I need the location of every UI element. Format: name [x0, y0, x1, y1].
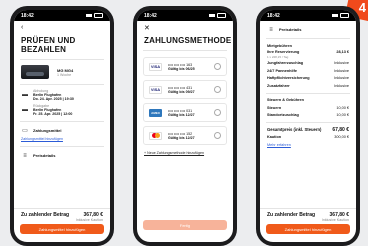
divider [266, 122, 350, 123]
car-icon: ▬ [22, 92, 28, 98]
section-title: Preisdetails [279, 27, 302, 32]
price-details-row[interactable]: ≡ Preisdetails [14, 147, 110, 159]
amex-logo-icon: AMEX [149, 108, 162, 117]
total-label: Zu zahlender Betrag [267, 212, 316, 218]
step-number: 4 [358, 0, 366, 15]
radio-button[interactable] [214, 63, 221, 70]
card-validity: Gültig bis 12/27 [168, 135, 195, 140]
car-icon: ▬ [22, 107, 28, 113]
add-payment-button[interactable]: Zahlungsmittel hinzufügen [266, 224, 350, 234]
group-title: Mietgebühren [267, 43, 292, 48]
notch [168, 10, 202, 17]
status-time: 18:42 [144, 12, 157, 19]
total-note: Inklusive Kaution [75, 218, 103, 222]
visa-logo-icon: VISA [149, 62, 162, 71]
card-validity: Gültig bis 09/27 [168, 89, 195, 94]
car-image [21, 65, 49, 79]
radio-button[interactable] [214, 109, 221, 116]
card-number: •••• •••• •••• 031 [168, 108, 193, 113]
card-option[interactable]: VISA •••• •••• •••• 431 Gültig bis 09/27 [143, 80, 227, 99]
card-number: •••• •••• •••• 431 [168, 85, 193, 90]
deposit-line: Kaution 300,00 € [267, 135, 349, 140]
credit-card-icon: ▭ [22, 128, 28, 134]
status-time: 18:42 [267, 12, 280, 19]
price-line: Steuern 10,00 € [267, 105, 349, 110]
phone-price-details: 18:42 ≡ Preisdetails Mietgebühren Ihre R… [256, 6, 360, 246]
card-validity: Gültig bis 06/25 [168, 66, 195, 71]
done-button[interactable]: Fertig [143, 220, 227, 230]
card-option[interactable]: •••• •••• •••• 152 Gültig bis 12/27 [143, 126, 227, 145]
card-option[interactable]: VISA •••• •••• •••• 163 Gültig bis 06/25 [143, 57, 227, 76]
price-line: Zusatzfahrer Inklusive [267, 83, 349, 88]
phone-review-pay: 18:42 ‹ PRÜFEN UND BEZAHLEN MG MG4 1 Woc… [10, 6, 114, 246]
card-number: •••• •••• •••• 152 [168, 131, 193, 136]
close-icon[interactable]: ✕ [137, 21, 233, 34]
price-line: Jungfahrerzuschlag Inklusive [267, 61, 349, 66]
pickup-date: Do. 24. Apr. 2025 | 19:30 [33, 97, 74, 101]
pickup-block: ▬ Abholung Berlin Flughafen Do. 24. Apr.… [14, 85, 110, 101]
price-line: 24/7 Pannenhilfe Inklusive [267, 68, 349, 73]
gross-line: Gesamtpreis (inkl. Steuern) 67,80 € [267, 126, 349, 133]
total-bar: Zu zahlender Betrag 367,80 € Inklusive K… [14, 208, 110, 222]
signal-icon [332, 14, 338, 17]
battery-icon [217, 13, 226, 18]
return-block: ▬ Rückgabe Berlin Flughafen Fr. 25. Apr.… [14, 101, 110, 121]
mastercard-logo-icon [149, 131, 162, 140]
price-details-header[interactable]: ≡ Preisdetails [260, 21, 356, 38]
rental-duration: 1 Woche [57, 72, 72, 77]
add-payment-method-link[interactable]: + Neue Zahlungsmethode hinzufügen [144, 151, 204, 155]
group-title: Steuern & Gebühren [267, 98, 304, 103]
battery-icon [94, 13, 103, 18]
total-note: Inklusive Kaution [321, 218, 349, 222]
notch [291, 10, 325, 17]
status-time: 18:42 [21, 12, 34, 19]
divider [266, 92, 350, 94]
page-title: ZAHLUNGSMETHODE [144, 36, 232, 45]
payment-section: ▭ Zahlungsmittel [14, 122, 110, 134]
receipt-icon: ≡ [23, 152, 27, 159]
add-payment-button[interactable]: Zahlungsmittel hinzufügen [20, 224, 104, 234]
divider [143, 50, 227, 51]
screen-review-pay: 18:42 ‹ PRÜFEN UND BEZAHLEN MG MG4 1 Woc… [14, 10, 110, 242]
signal-icon [209, 14, 215, 17]
visa-logo-icon: VISA [149, 85, 162, 94]
price-line: Standortzuschlag 10,00 € [267, 113, 349, 118]
radio-button[interactable] [214, 132, 221, 139]
add-payment-link[interactable]: Zahlungsmittel hinzufügen [21, 137, 63, 141]
car-summary: MG MG4 1 Woche [14, 60, 110, 84]
radio-button[interactable] [214, 86, 221, 93]
receipt-icon: ≡ [269, 26, 273, 33]
back-arrow-icon[interactable]: ‹ [14, 21, 110, 34]
signal-icon [86, 14, 92, 17]
card-option[interactable]: AMEX •••• •••• •••• 031 Gültig bis 12/27 [143, 103, 227, 122]
battery-icon [340, 13, 349, 18]
screen-price-details: 18:42 ≡ Preisdetails Mietgebühren Ihre R… [260, 10, 356, 242]
screen-payment-method: 18:42 ✕ ZAHLUNGSMETHODE VISA •••• •••• •… [137, 10, 233, 242]
divider [266, 38, 350, 39]
learn-more-link[interactable]: Mehr erfahren [267, 143, 291, 147]
price-line: Haftpflichtversicherung Inklusive [267, 76, 349, 81]
page-title: PRÜFEN UND BEZAHLEN [21, 36, 76, 54]
card-number: •••• •••• •••• 163 [168, 62, 193, 67]
car-name: MG MG4 [57, 67, 74, 73]
price-details-label: Preisdetails [33, 153, 56, 158]
notch [45, 10, 79, 17]
card-validity: Gültig bis 12/27 [168, 112, 195, 117]
return-date: Fr. 25. Apr. 2025 | 12:00 [33, 112, 73, 116]
phone-payment-method: 18:42 ✕ ZAHLUNGSMETHODE VISA •••• •••• •… [133, 6, 237, 246]
total-bar: Zu zahlender Betrag 367,80 € Inklusive K… [260, 208, 356, 222]
payment-label: Zahlungsmittel [33, 128, 62, 133]
total-label: Zu zahlender Betrag [21, 212, 70, 218]
